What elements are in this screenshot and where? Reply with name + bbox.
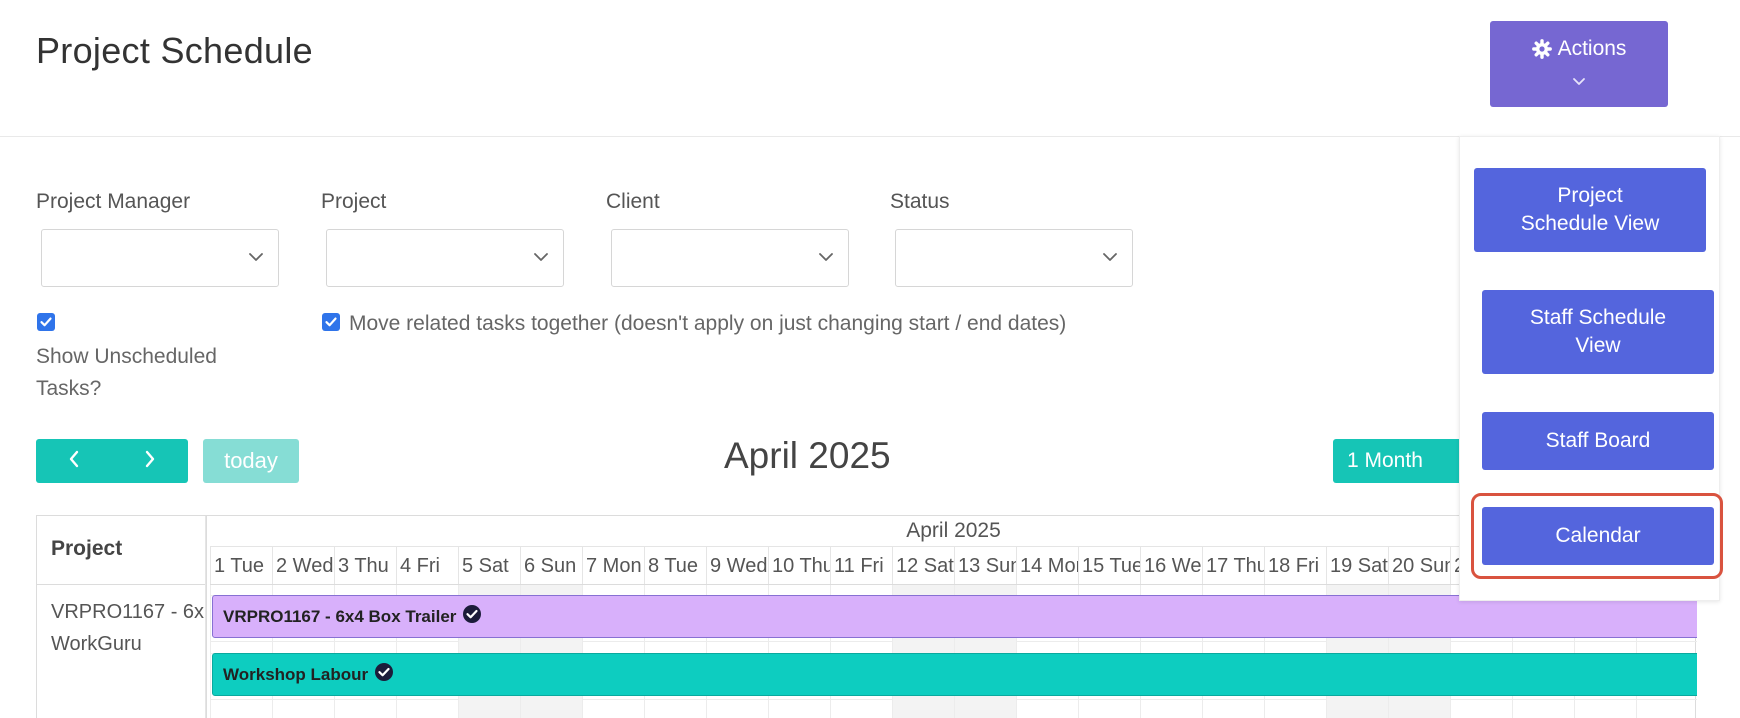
prev-button[interactable] bbox=[36, 439, 112, 483]
task-bar[interactable]: VRPRO1167 - 6x4 Box Trailer bbox=[212, 595, 1697, 638]
gantt-day-label: 18 Fri bbox=[1264, 547, 1326, 585]
project-manager-label: Project Manager bbox=[36, 190, 191, 213]
gantt-resource-column: Project VRPRO1167 - 6x WorkGuru bbox=[37, 516, 207, 718]
next-button[interactable] bbox=[112, 439, 188, 483]
gantt-project-header: Project bbox=[51, 537, 123, 560]
page-title: Project Schedule bbox=[36, 30, 313, 71]
task-bar-label: Workshop Labour bbox=[223, 664, 369, 684]
status-select[interactable] bbox=[895, 229, 1133, 287]
client-select[interactable] bbox=[611, 229, 849, 287]
menu-item-label: Staff Board bbox=[1545, 429, 1651, 452]
gantt-day-label: 8 Tue bbox=[644, 547, 706, 585]
chevron-down-icon bbox=[1572, 77, 1586, 87]
check-circle-icon bbox=[374, 662, 394, 687]
gantt-day-label: 20 Sun bbox=[1388, 547, 1450, 585]
gantt-day-label: 19 Sat bbox=[1326, 547, 1388, 585]
gantt-day-label: 7 Mon bbox=[582, 547, 644, 585]
calendar-title: April 2025 bbox=[724, 435, 891, 476]
move-related-label: Move related tasks together (doesn't app… bbox=[349, 312, 1067, 335]
show-unscheduled-label: Show Unscheduled Tasks? bbox=[36, 345, 217, 400]
gantt-day-label: 16 Wed bbox=[1140, 547, 1202, 585]
actions-button[interactable]: Actions bbox=[1490, 21, 1668, 107]
gantt-day-label: 11 Fri bbox=[830, 547, 892, 585]
gantt-day-label: 10 Thu bbox=[768, 547, 830, 585]
gear-icon bbox=[1531, 39, 1552, 59]
menu-item-label: Project Schedule View bbox=[1520, 184, 1660, 235]
chevron-left-icon bbox=[68, 450, 80, 473]
gantt-day-label: 6 Sun bbox=[520, 547, 582, 585]
calendar-highlight-outline bbox=[1471, 493, 1723, 579]
gantt-day-label: 14 Mon bbox=[1016, 547, 1078, 585]
task-bar-label: VRPRO1167 - 6x4 Box Trailer bbox=[223, 606, 457, 626]
chevron-right-icon bbox=[144, 450, 156, 473]
gantt-day-label: 1 Tue bbox=[210, 547, 272, 585]
gantt-day-label: 12 Sat bbox=[892, 547, 954, 585]
project-manager-select[interactable] bbox=[41, 229, 279, 287]
staff-board-button[interactable]: Staff Board bbox=[1482, 412, 1714, 470]
gantt-day-label: 9 Wed bbox=[706, 547, 768, 585]
gantt-day-label: 15 Tue bbox=[1078, 547, 1140, 585]
check-circle-icon bbox=[462, 604, 482, 629]
gantt-day-label: 4 Fri bbox=[396, 547, 458, 585]
today-button[interactable]: today bbox=[203, 439, 299, 483]
show-unscheduled-checkbox[interactable] bbox=[37, 313, 55, 331]
staff-schedule-view-button[interactable]: Staff Schedule View bbox=[1482, 290, 1714, 374]
prev-next-group bbox=[36, 439, 188, 483]
status-label: Status bbox=[890, 190, 950, 213]
actions-label: Actions bbox=[1557, 37, 1627, 60]
task-bar[interactable]: Workshop Labour bbox=[212, 653, 1697, 696]
gantt-day-label: 5 Sat bbox=[458, 547, 520, 585]
gantt-day-label: 2 Wed bbox=[272, 547, 334, 585]
menu-item-label: Staff Schedule View bbox=[1529, 306, 1667, 357]
gantt-day-label: 3 Thu bbox=[334, 547, 396, 585]
gantt-project-name[interactable]: VRPRO1167 - 6x WorkGuru bbox=[51, 596, 205, 676]
project-label: Project bbox=[321, 190, 387, 213]
view-1-month-button[interactable]: 1 Month bbox=[1333, 439, 1463, 483]
move-related-checkbox[interactable] bbox=[322, 313, 340, 331]
client-label: Client bbox=[606, 190, 660, 213]
gantt-day-label: 17 Thu bbox=[1202, 547, 1264, 585]
gantt-day-label: 13 Sun bbox=[954, 547, 1016, 585]
project-schedule-view-button[interactable]: Project Schedule View bbox=[1474, 168, 1706, 252]
gantt-chart: Project VRPRO1167 - 6x WorkGuru April 20… bbox=[36, 515, 1697, 718]
project-select[interactable] bbox=[326, 229, 564, 287]
